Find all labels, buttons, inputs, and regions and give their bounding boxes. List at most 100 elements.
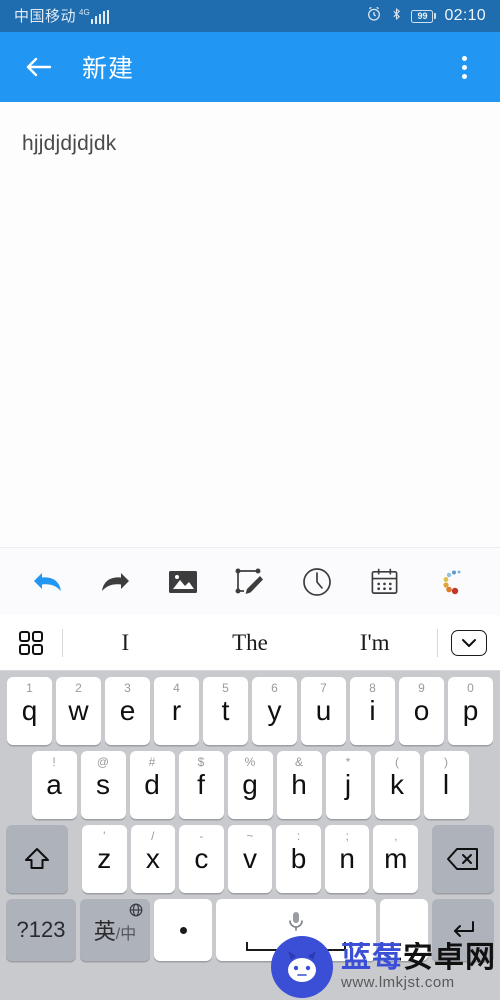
row3-spacer-left	[72, 825, 78, 893]
back-button[interactable]	[18, 46, 60, 88]
overflow-menu-icon[interactable]	[444, 45, 484, 89]
key-d[interactable]: # d	[129, 751, 175, 819]
key-label: q	[21, 695, 38, 726]
key-i[interactable]: 8i	[350, 677, 395, 745]
key-label: p	[462, 695, 479, 726]
key-sup: 9	[418, 681, 425, 695]
symbols-key[interactable]: ?123	[6, 899, 76, 961]
key-sup: 2	[75, 681, 82, 695]
backspace-delete-icon[interactable]	[432, 825, 495, 893]
microphone-icon[interactable]	[286, 910, 306, 937]
key-m[interactable]: ,m	[373, 825, 419, 893]
image-icon[interactable]	[160, 559, 206, 605]
period-key[interactable]	[154, 899, 212, 961]
undo-icon[interactable]	[25, 559, 71, 605]
key-n[interactable]: ; n	[324, 825, 370, 893]
key-sup: :	[296, 829, 301, 843]
key-sup: 6	[271, 681, 278, 695]
keyboard-suggestion-bar: I The I'm	[0, 615, 500, 671]
space-key[interactable]	[216, 899, 376, 961]
key-h[interactable]: & h	[276, 751, 322, 819]
key-sup: (	[395, 755, 399, 769]
key-c[interactable]: -c	[179, 825, 224, 893]
suggestion-word[interactable]: I	[63, 630, 188, 656]
key-t[interactable]: 5t	[203, 677, 248, 745]
note-content-text[interactable]: hjjdjdjdjdk	[22, 132, 478, 156]
key-sup: '	[103, 829, 106, 843]
key-o[interactable]: 9o	[399, 677, 444, 745]
on-screen-keyboard: 1q 2w 3e 4r 5t 6y 7u 8i 9o 0p ! a @ s # d $…	[0, 671, 500, 1000]
handwriting-icon[interactable]	[227, 559, 273, 605]
keyboard-row-1: 1q 2w 3e 4r 5t 6y 7u 8i 9o 0p	[3, 677, 497, 745]
key-j[interactable]: * j	[325, 751, 371, 819]
keyboard-row-4: ?123 英 / 中	[3, 899, 497, 961]
key-q[interactable]: 1q	[7, 677, 52, 745]
chevron-down-icon[interactable]	[438, 629, 500, 656]
key-b[interactable]: :b	[276, 825, 321, 893]
key-z[interactable]: ' z	[81, 825, 127, 893]
battery-level-text: 99	[411, 9, 434, 23]
key-label: t	[221, 695, 230, 726]
clock-icon[interactable]	[294, 559, 340, 605]
key-label: s	[96, 769, 110, 800]
key-label: a	[46, 769, 62, 800]
key-a[interactable]: ! a	[31, 751, 77, 819]
key-label: j	[344, 769, 352, 800]
lang-primary: 英	[93, 919, 116, 944]
suggestion-words: I The I'm	[63, 630, 437, 656]
shift-up-arrow-icon[interactable]	[5, 825, 68, 893]
key-label: b	[290, 843, 307, 874]
key-g[interactable]: % g	[227, 751, 273, 819]
key-label: u	[315, 695, 332, 726]
key-r[interactable]: 4r	[154, 677, 199, 745]
emoji-key[interactable]	[380, 899, 428, 961]
key-y[interactable]: 6y	[252, 677, 297, 745]
key-v[interactable]: ~ v	[227, 825, 273, 893]
key-sup: @	[96, 755, 110, 769]
note-edit-toolbar	[0, 547, 500, 615]
key-label: z	[97, 843, 112, 874]
key-f[interactable]: $ f	[178, 751, 224, 819]
key-sup: #	[148, 755, 156, 769]
key-w[interactable]: 2w	[56, 677, 101, 745]
enter-return-icon[interactable]	[432, 899, 494, 961]
language-switch-key[interactable]: 英 / 中	[80, 899, 150, 961]
redo-icon[interactable]	[92, 559, 138, 605]
key-sup: %	[244, 755, 256, 769]
lang-secondary: 中	[120, 926, 137, 943]
key-sup: 5	[222, 681, 229, 695]
key-sup: *	[345, 755, 351, 769]
key-x[interactable]: / x	[130, 825, 176, 893]
phone-screen: 中国移动 4G 99 02:10 新建 hjjdjdjdjdk I The I'…	[0, 0, 500, 1000]
app-grid-icon[interactable]	[0, 629, 62, 657]
key-e[interactable]: 3e	[105, 677, 150, 745]
key-u[interactable]: 7u	[301, 677, 346, 745]
suggestion-word[interactable]: The	[188, 630, 313, 656]
signal-strength-bars	[90, 9, 110, 24]
key-sup: ~	[246, 829, 254, 843]
key-sup: /	[151, 829, 155, 843]
key-sup: !	[52, 755, 56, 769]
key-p[interactable]: 0p	[448, 677, 493, 745]
key-sup: 0	[467, 681, 474, 695]
suggestion-word[interactable]: I'm	[312, 630, 437, 656]
key-s[interactable]: @ s	[80, 751, 126, 819]
calendar-icon[interactable]	[362, 559, 408, 605]
key-label: k	[390, 769, 404, 800]
note-editor-area[interactable]: hjjdjdjdjdk	[0, 102, 500, 547]
key-label: f	[197, 769, 205, 800]
ai-dots-icon[interactable]	[429, 559, 475, 605]
key-k[interactable]: (k	[374, 751, 420, 819]
status-bar: 中国移动 4G 99 02:10	[0, 0, 500, 32]
collapse-keyboard-button[interactable]	[451, 629, 487, 656]
period-dot-icon	[179, 926, 187, 934]
bluetooth-icon	[390, 6, 403, 26]
key-sup: $	[197, 755, 205, 769]
key-label: l	[442, 769, 450, 800]
row3-spacer-right	[422, 825, 428, 893]
key-label: e	[119, 695, 136, 726]
key-sup: 1	[26, 681, 33, 695]
status-bar-right: 99 02:10	[366, 6, 486, 26]
key-l[interactable]: ) l	[423, 751, 469, 819]
space-bar-line	[246, 941, 346, 951]
